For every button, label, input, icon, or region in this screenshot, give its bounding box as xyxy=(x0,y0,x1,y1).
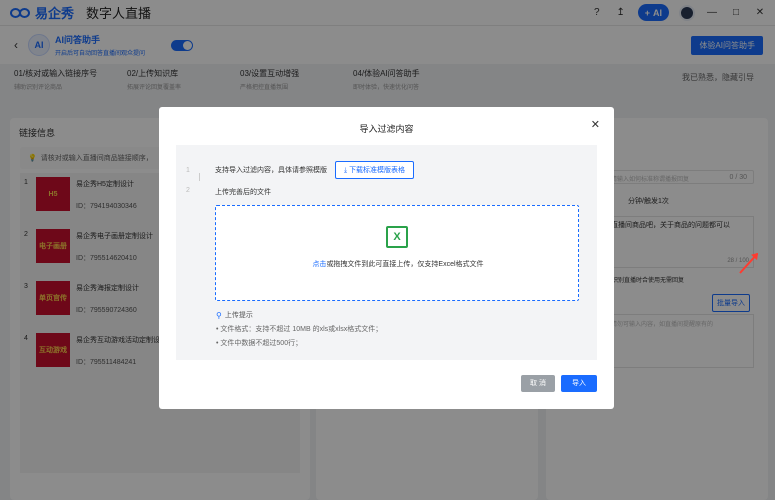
hint-item: • 文件中数据不超过500行； xyxy=(216,340,303,347)
cancel-button[interactable]: 取 消 xyxy=(521,375,555,392)
step1-text: 支持导入过滤内容，具体请参照模版 xyxy=(215,167,327,174)
hint-item: • 文件格式：支持不超过 10MB 的xls或xlsx格式文件； xyxy=(216,326,383,333)
excel-file-icon: X xyxy=(386,226,408,248)
step-number: 1 xyxy=(186,166,190,174)
drop-instruction: 或拖拽文件到此可直接上传，仅支持Excel格式文件 xyxy=(326,261,484,268)
step-number: 2 xyxy=(186,187,190,194)
dialog-body: 1 支持导入过滤内容，具体请参照模版 ⤓ 下载标准模版表格 2 上传完善后的文件… xyxy=(176,145,597,360)
file-drop-zone[interactable]: X 点击或拖拽文件到此可直接上传，仅支持Excel格式文件 xyxy=(215,205,579,301)
upload-hints: ⚲ 上传提示 • 文件格式：支持不超过 10MB 的xls或xlsx格式文件； … xyxy=(216,310,382,348)
dialog-title: 导入过滤内容 xyxy=(359,124,414,134)
download-icon: ⤓ xyxy=(344,167,348,174)
hint-title: 上传提示 xyxy=(224,312,253,319)
location-pin-icon: ⚲ xyxy=(216,310,222,320)
click-upload-link[interactable]: 点击 xyxy=(312,261,326,268)
import-filter-dialog: 导入过滤内容 ✕ 1 支持导入过滤内容，具体请参照模版 ⤓ 下载标准模版表格 2… xyxy=(159,107,614,409)
hint-item-text: 文件格式：支持不超过 10MB 的xls或xlsx格式文件； xyxy=(220,326,383,333)
close-icon[interactable]: ✕ xyxy=(591,118,600,131)
divider xyxy=(199,173,200,181)
download-button-label: 下载标准模版表格 xyxy=(349,167,406,174)
import-button[interactable]: 导入 xyxy=(561,375,597,392)
step2-text: 上传完善后的文件 xyxy=(215,189,271,196)
download-template-button[interactable]: ⤓ 下载标准模版表格 xyxy=(335,161,415,179)
hint-item-text: 文件中数据不超过500行； xyxy=(220,340,303,347)
